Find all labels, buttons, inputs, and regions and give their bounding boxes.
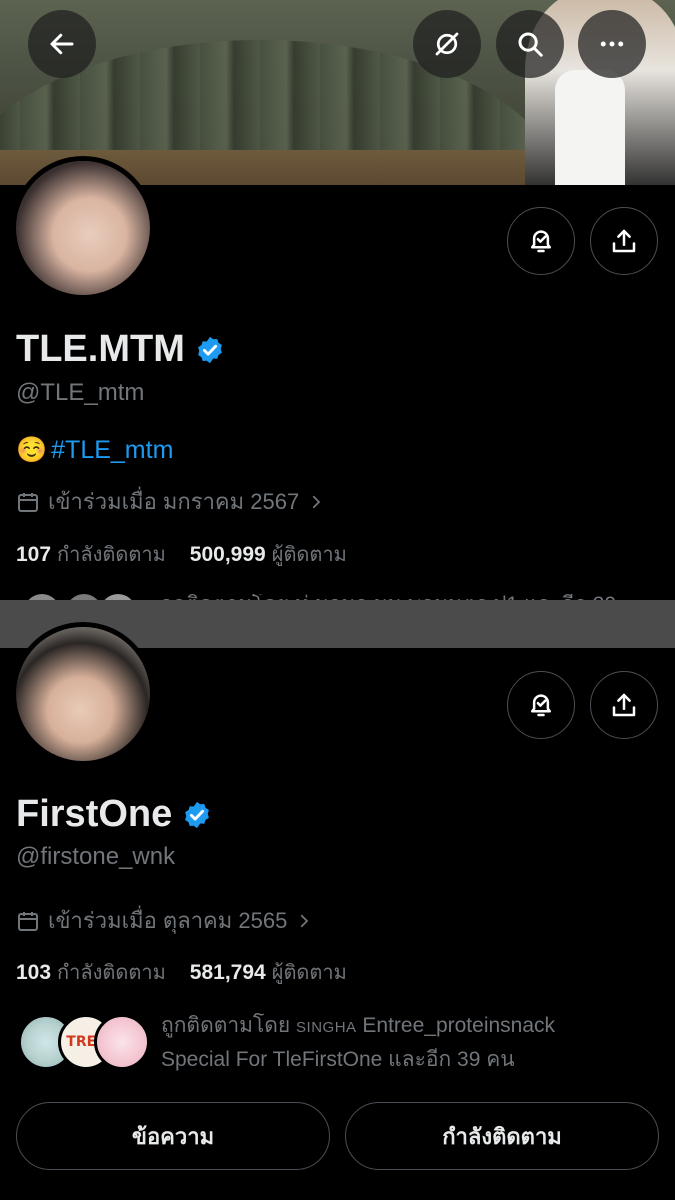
display-name: FirstOne [16,793,173,835]
message-button[interactable]: ข้อความ [16,1102,330,1170]
share-button-1[interactable] [590,207,658,275]
calendar-icon [18,492,38,512]
notify-button-1[interactable] [507,207,575,275]
following-count[interactable]: 103 [16,961,51,985]
share-button-2[interactable] [590,671,658,739]
chevron-right-icon [301,914,309,927]
verified-badge-icon [197,336,222,363]
followed-by-brand: SINGHA [296,1019,357,1036]
more-horizontal-icon [600,41,624,47]
back-button[interactable] [28,10,96,78]
grok-icon [435,32,459,56]
avatar-image [16,627,150,761]
follow-stats-2: 103 กำลังติดตาม 581,794 ผู้ติดตาม [16,956,347,988]
arrow-left-icon [50,33,74,55]
profile-bio-1: ☺️ #TLE_mtm [16,436,173,465]
following-button[interactable]: กำลังติดตาม [345,1102,659,1170]
following-label[interactable]: กำลังติดตาม [57,538,166,570]
mini-avatar-3 [94,1014,150,1070]
followers-count[interactable]: 581,794 [190,961,266,985]
joined-date-1[interactable]: เข้าร่วมเมื่อ มกราคม 2567 [16,484,325,519]
following-label[interactable]: กำลังติดตาม [57,956,166,988]
profile-name-2: FirstOne [16,793,212,836]
avatar-profile-1[interactable] [11,156,155,300]
search-icon [518,32,543,57]
joined-text: เข้าร่วมเมื่อ ตุลาคม 2565 [48,908,288,933]
followers-count[interactable]: 500,999 [190,543,266,567]
followed-by-line2: Special For TleFirstOne และอีก 39 คน [161,1048,515,1071]
display-name: TLE.MTM [16,328,185,370]
followed-by-text-2: ถูกติดตามโดย SINGHA Entree_proteinsnack … [161,1010,555,1076]
calendar-icon [18,911,38,931]
followers-label[interactable]: ผู้ติดตาม [272,956,347,988]
chevron-right-icon [313,495,321,508]
profile-handle-2: @firstone_wnk [16,843,176,870]
profile-handle-1: @TLE_mtm [16,379,145,406]
bio-hashtag-link[interactable]: #TLE_mtm [51,436,173,465]
share-upload-icon [612,693,636,717]
followed-by-2[interactable]: TREE ถูกติดตามโดย SINGHA Entree_proteins… [16,1010,666,1078]
notify-button-2[interactable] [507,671,575,739]
joined-text: เข้าร่วมเมื่อ มกราคม 2567 [48,489,300,514]
followed-by-names: Entree_proteinsnack [362,1014,556,1037]
profile-banner[interactable] [0,0,675,185]
bell-check-icon [531,230,551,253]
search-button[interactable] [496,10,564,78]
grok-button[interactable] [413,10,481,78]
avatar-image [16,161,150,295]
follow-stats-1: 107 กำลังติดตาม 500,999 ผู้ติดตาม [16,538,347,570]
more-button[interactable] [578,10,646,78]
verified-badge-icon [185,801,210,828]
followers-label[interactable]: ผู้ติดตาม [272,538,347,570]
profile-name-1: TLE.MTM [16,328,225,371]
followed-by-prefix: ถูกติดตามโดย [161,1014,291,1037]
avatar-profile-2[interactable] [11,622,155,766]
bio-emoji: ☺️ [16,436,48,464]
share-upload-icon [612,229,636,253]
bell-check-icon [531,694,551,717]
joined-date-2[interactable]: เข้าร่วมเมื่อ ตุลาคม 2565 [16,903,313,938]
following-count[interactable]: 107 [16,543,51,567]
